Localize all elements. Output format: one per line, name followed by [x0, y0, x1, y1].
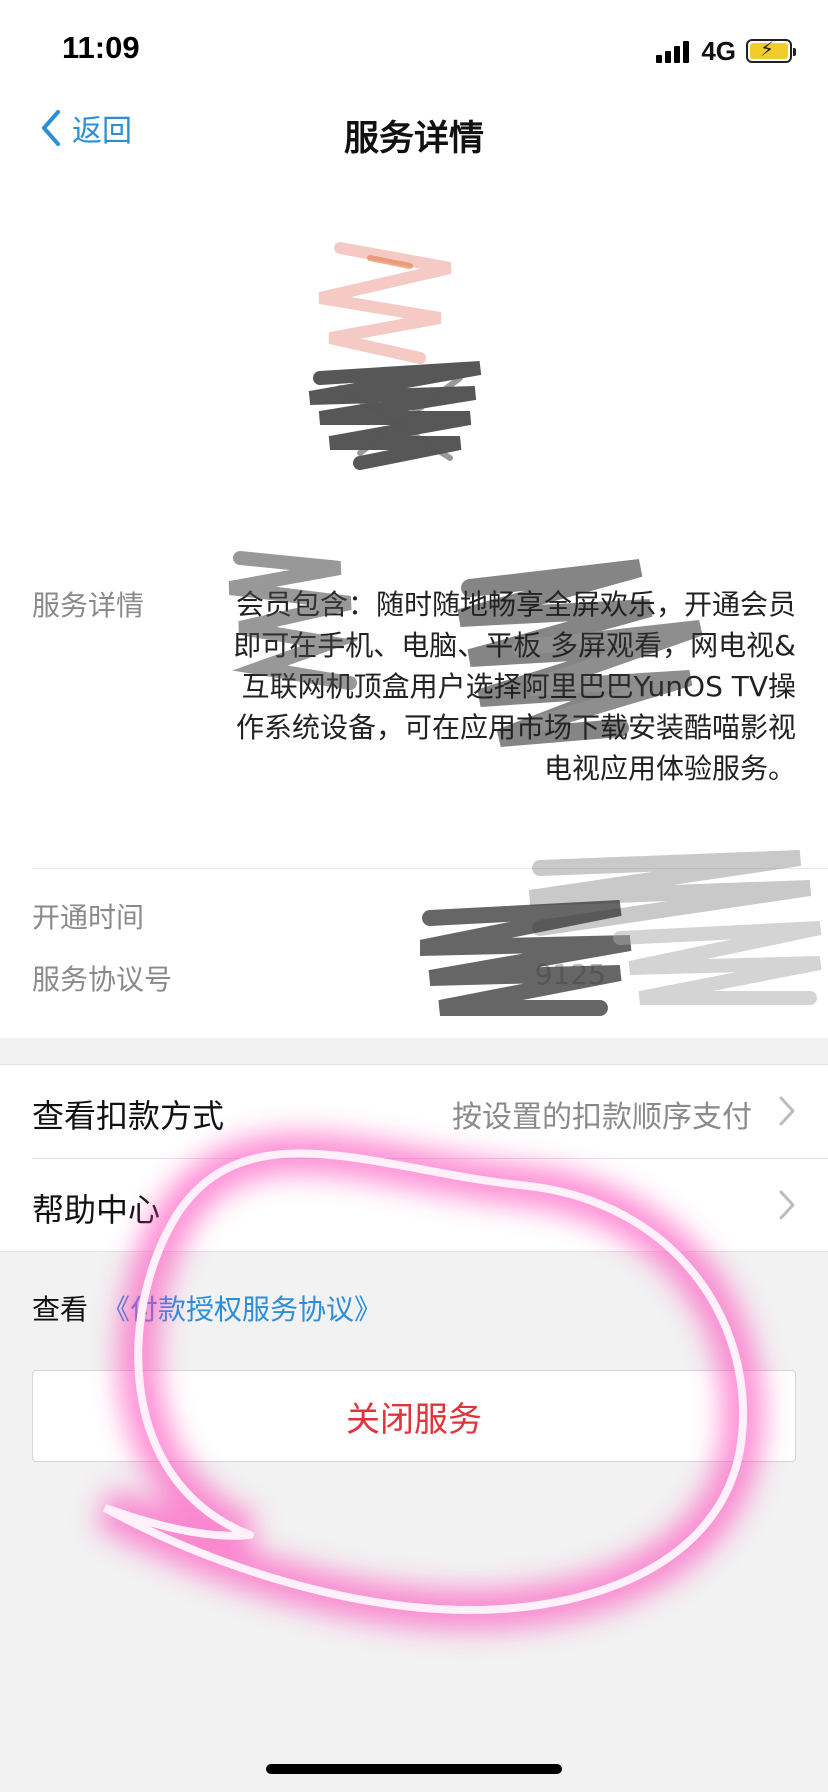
home-indicator[interactable] [266, 1764, 562, 1774]
status-time: 11:09 [62, 30, 140, 65]
agreement-number-label: 服务协议号 [32, 963, 173, 996]
payment-authorization-agreement-link[interactable]: 《付款授权服务协议》 [102, 1293, 382, 1326]
help-center-label: 帮助中心 [32, 1191, 161, 1229]
chevron-right-icon [779, 1096, 795, 1126]
view-deduction-method-item[interactable]: 查看扣款方式 按设置的扣款顺序支付 [0, 1065, 828, 1159]
redaction-scribble-2 [420, 850, 822, 1016]
service-logo-scribbled [308, 242, 482, 470]
network-type: 4G [701, 35, 736, 66]
battery-icon: ⚡ [746, 37, 796, 63]
service-details-label: 服务详情 [32, 589, 145, 622]
service-detail-card: 服务详情 会员包含：随时随地畅享全屏欢乐，开通会员即可在手机、电脑、平板 多屏观… [0, 168, 828, 1038]
battery-fill: ⚡ [750, 37, 788, 61]
help-center-item[interactable]: 帮助中心 [0, 1159, 828, 1252]
chevron-right-icon [779, 1190, 795, 1220]
nav-bar: 返回 服务详情 [0, 96, 828, 168]
agreement-prefix: 查看 [32, 1293, 89, 1326]
deduction-method-label: 查看扣款方式 [32, 1097, 225, 1135]
redaction-scribble [228, 551, 703, 747]
close-service-button[interactable]: 关闭服务 [32, 1370, 796, 1462]
menu-group: 查看扣款方式 按设置的扣款顺序支付 帮助中心 [0, 1064, 828, 1252]
signal-icon [653, 39, 690, 63]
status-indicators: 4G ⚡ [653, 35, 796, 66]
agreement-line: 查看 《付款授权服务协议》 [32, 1288, 382, 1328]
open-time-label: 开通时间 [32, 901, 145, 934]
page-title: 服务详情 [343, 119, 484, 159]
status-bar: 11:09 4G ⚡ [0, 0, 828, 96]
charging-bolt-icon: ⚡ [760, 37, 775, 61]
deduction-method-value: 按设置的扣款顺序支付 [452, 1100, 752, 1135]
